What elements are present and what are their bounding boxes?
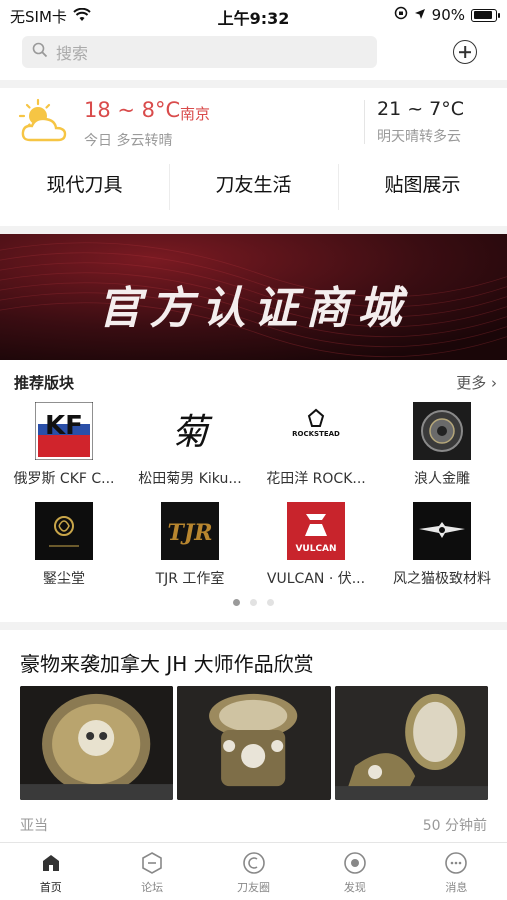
- tjr-logo-text: TJR: [167, 520, 212, 546]
- weather-divider: [364, 100, 365, 144]
- rockstead-logo-text: ROCKSTEAD: [292, 430, 340, 438]
- article-author: 亚当: [20, 818, 48, 834]
- wind-cat-logo: [413, 502, 471, 560]
- weather-tomorrow[interactable]: 21 ~ 7°C 明天晴转多云: [377, 98, 464, 146]
- battery-percent: 90%: [431, 6, 465, 24]
- tab-home[interactable]: 首页: [0, 843, 101, 900]
- kiku-logo: 菊: [161, 402, 219, 460]
- kiku-logo-text: 菊: [172, 412, 213, 453]
- more-link[interactable]: 更多 ›: [456, 372, 497, 393]
- forum-name: 浪人金雕: [414, 471, 470, 487]
- forum-name: 俄罗斯 CKF C...: [13, 471, 115, 487]
- location-icon: [414, 6, 426, 24]
- search-placeholder: 搜索: [56, 44, 89, 63]
- add-button[interactable]: [453, 40, 477, 64]
- ronin-logo: [413, 402, 471, 460]
- article-title: 豪物来袭加拿大 JH 大师作品欣赏: [20, 652, 314, 676]
- forum-tile-wind-cat[interactable]: 风之猫极致材料: [379, 502, 505, 588]
- today-temperature: 18 ~ 8°C: [84, 98, 181, 122]
- today-description: 今日 多云转晴: [84, 133, 173, 149]
- discover-icon: [342, 850, 368, 876]
- rotation-lock-icon: [394, 6, 408, 24]
- tab-circle[interactable]: 刀友圈: [203, 843, 304, 900]
- message-icon: [443, 850, 469, 876]
- forum-tile-jianchentang[interactable]: 鋻尘堂: [1, 502, 127, 588]
- weather-panel: 18 ~ 8°C 南京 今日 多云转晴 21 ~ 7°C 明天晴转多云 现代刀具…: [0, 88, 507, 226]
- more-label: 更多: [456, 374, 487, 392]
- jianchentang-logo: [35, 502, 93, 560]
- article-image[interactable]: [20, 686, 174, 800]
- chevron-right-icon: ›: [491, 374, 497, 392]
- article-image[interactable]: [177, 686, 331, 800]
- ckf-logo: KF: [35, 402, 93, 460]
- forum-tile-kiku[interactable]: 菊 松田菊男 Kiku...: [127, 402, 253, 488]
- page-dot[interactable]: [233, 599, 240, 606]
- forum-name: 花田洋 ROCK...: [266, 471, 366, 487]
- page-dot[interactable]: [267, 599, 274, 606]
- page-indicator: [0, 599, 507, 606]
- category-knife-life[interactable]: 刀友生活: [169, 152, 338, 214]
- tomorrow-temperature: 21 ~ 7°C: [377, 98, 465, 120]
- tab-label: 论坛: [141, 881, 164, 894]
- article-images: [20, 686, 488, 800]
- tjr-logo: TJR: [161, 502, 219, 560]
- tab-discover[interactable]: 发现: [304, 843, 405, 900]
- tab-label: 消息: [445, 881, 468, 894]
- tab-label: 刀友圈: [237, 881, 271, 894]
- vulcan-logo-text: VULCAN: [295, 544, 336, 554]
- forum-tile-rockstead[interactable]: ROCKSTEAD 花田洋 ROCK...: [253, 402, 379, 488]
- forum-icon: [139, 850, 165, 876]
- banner-title: 官方认证商城: [97, 283, 410, 334]
- store-banner[interactable]: 官方认证商城: [0, 234, 507, 360]
- category-photo-gallery[interactable]: 贴图展示: [338, 152, 507, 214]
- search-bar: 搜索: [0, 30, 507, 80]
- tab-bar: 首页 论坛 刀友圈 发现 消息: [0, 842, 507, 900]
- tab-label: 首页: [39, 881, 62, 894]
- category-modern-knives[interactable]: 现代刀具: [0, 152, 169, 214]
- search-input[interactable]: 搜索: [22, 36, 377, 68]
- section-title: 推荐版块: [14, 374, 75, 392]
- forum-tile-ckf[interactable]: KF 俄罗斯 CKF C...: [1, 402, 127, 488]
- home-icon: [38, 850, 64, 876]
- forum-name: VULCAN · 伏...: [266, 571, 366, 587]
- forum-name: 风之猫极致材料: [393, 571, 491, 587]
- forum-tile-tjr[interactable]: TJR TJR 工作室: [127, 502, 253, 588]
- rockstead-logo: ROCKSTEAD: [287, 402, 345, 460]
- partly-cloudy-icon: [18, 98, 67, 142]
- category-nav: 现代刀具 刀友生活 贴图展示: [0, 152, 507, 214]
- forum-name: TJR 工作室: [155, 571, 225, 587]
- tomorrow-description: 明天晴转多云: [377, 129, 461, 145]
- circle-icon: [241, 850, 267, 876]
- forum-tile-vulcan[interactable]: VULCAN VULCAN · 伏...: [253, 502, 379, 588]
- tab-forum[interactable]: 论坛: [101, 843, 202, 900]
- status-bar: 无SIM卡 上午9:32 90%: [0, 0, 507, 30]
- recommended-section: 推荐版块 更多 › KF 俄罗斯 CKF C... 菊 松田菊男 Kiku...…: [0, 360, 507, 622]
- page-dot[interactable]: [250, 599, 257, 606]
- article-time: 50 分钟前: [422, 818, 487, 834]
- tab-label: 发现: [343, 881, 366, 894]
- forum-tile-ronin[interactable]: 浪人金雕: [379, 402, 505, 488]
- article-image[interactable]: [334, 686, 488, 800]
- ckf-logo-text: KF: [45, 411, 83, 441]
- vulcan-logo: VULCAN: [287, 502, 345, 560]
- article-card[interactable]: 豪物来袭加拿大 JH 大师作品欣赏 亚当 50 分钟前: [0, 630, 507, 842]
- battery-icon: [471, 8, 500, 22]
- search-icon: [32, 42, 48, 62]
- forum-name: 鋻尘堂: [43, 571, 85, 587]
- tab-messages[interactable]: 消息: [406, 843, 507, 900]
- forum-name: 松田菊男 Kiku...: [138, 471, 242, 487]
- city-label: 南京: [180, 105, 211, 123]
- weather-today[interactable]: 18 ~ 8°C 南京 今日 多云转晴: [18, 96, 363, 152]
